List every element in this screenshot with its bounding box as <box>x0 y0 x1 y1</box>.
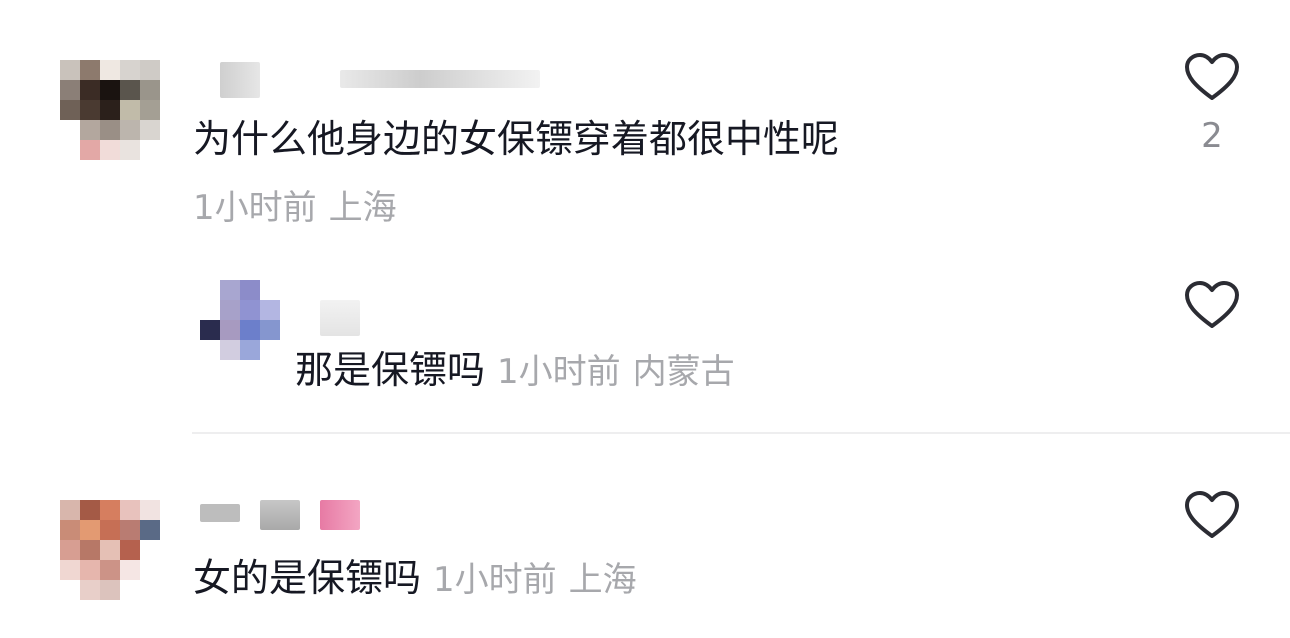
like-button[interactable] <box>1184 280 1240 330</box>
reply-time: 1小时前 <box>497 352 621 392</box>
like-button[interactable] <box>1184 52 1240 102</box>
divider <box>192 432 1290 434</box>
heart-outline-icon <box>1185 491 1239 538</box>
reply-item: 那是保镖吗 1小时前 内蒙古 <box>0 270 1290 430</box>
comment-location: 上海 <box>328 188 397 228</box>
heart-outline-icon <box>1185 281 1239 328</box>
comment-text: 女的是保镖吗 1小时前 上海 <box>193 556 637 602</box>
like-count: 2 <box>1201 116 1223 156</box>
username-blurred[interactable] <box>200 504 240 522</box>
username-blurred[interactable] <box>320 300 360 336</box>
comment-content: 女的是保镖吗 <box>193 556 422 600</box>
username-blurred[interactable] <box>220 62 260 98</box>
comment-time: 1小时前 <box>433 560 557 600</box>
comment-location: 上海 <box>568 560 637 600</box>
heart-outline-icon <box>1185 53 1239 100</box>
avatar[interactable] <box>200 280 280 360</box>
reply-location: 内蒙古 <box>632 352 735 392</box>
comment-text: 为什么他身边的女保镖穿着都很中性呢 <box>193 117 840 161</box>
comment-item: 女的是保镖吗 1小时前 上海 <box>0 470 1290 638</box>
like-button[interactable] <box>1184 490 1240 540</box>
comment-item: 为什么他身边的女保镖穿着都很中性呢 1小时前 上海 2 <box>0 0 1290 240</box>
reply-text: 那是保镖吗 1小时前 内蒙古 <box>295 348 735 394</box>
username-blurred <box>260 500 300 530</box>
reply-content: 那是保镖吗 <box>295 348 486 392</box>
avatar[interactable] <box>60 500 160 600</box>
comment-meta: 1小时前 上海 <box>193 188 397 228</box>
comment-time: 1小时前 <box>193 188 317 228</box>
avatar[interactable] <box>60 60 160 160</box>
username-blurred <box>340 70 540 88</box>
username-blurred <box>320 500 360 530</box>
